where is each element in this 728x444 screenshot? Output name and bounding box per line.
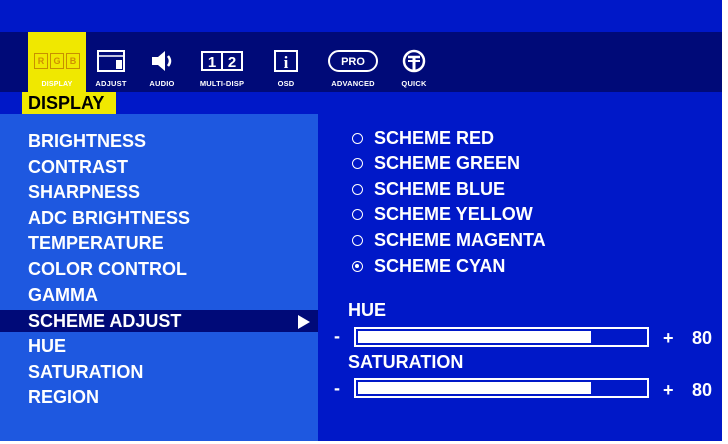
section-title: DISPLAY <box>22 92 116 114</box>
quick-icon <box>394 46 434 76</box>
radio-icon <box>352 183 363 195</box>
osd-menu: RGB DISPLAY ADJUST AUDIO 12 MULTI-DISP i <box>0 0 722 441</box>
svg-text:i: i <box>284 53 289 72</box>
menu-item-region[interactable]: REGION <box>0 386 318 408</box>
scheme-option-yellow[interactable]: SCHEME YELLOW <box>352 202 533 226</box>
menu-item-sharpness[interactable]: SHARPNESS <box>0 181 318 203</box>
tab-adjust[interactable]: ADJUST <box>88 32 134 92</box>
monitor-adjust-icon <box>88 46 134 76</box>
radio-icon <box>352 208 363 220</box>
tab-audio-label: AUDIO <box>149 79 175 88</box>
scheme-option-red[interactable]: SCHEME RED <box>352 126 494 150</box>
tab-audio[interactable]: AUDIO <box>142 32 182 92</box>
menu-list: BRIGHTNESS CONTRAST SHARPNESS ADC BRIGHT… <box>0 114 318 441</box>
hue-slider-fill <box>358 331 591 343</box>
menu-item-brightness[interactable]: BRIGHTNESS <box>0 130 318 152</box>
scheme-label: SCHEME RED <box>374 128 495 148</box>
scheme-option-magenta[interactable]: SCHEME MAGENTA <box>352 228 546 252</box>
top-strip <box>0 0 722 32</box>
icon-tab-bar: RGB DISPLAY ADJUST AUDIO 12 MULTI-DISP i <box>0 32 722 92</box>
scheme-option-blue[interactable]: SCHEME BLUE <box>352 177 505 201</box>
menu-item-adc-brightness[interactable]: ADC BRIGHTNESS <box>0 207 318 229</box>
tab-adjust-label: ADJUST <box>95 79 127 88</box>
saturation-minus[interactable]: - <box>334 378 340 399</box>
scheme-label: SCHEME CYAN <box>374 256 506 276</box>
menu-item-gamma[interactable]: GAMMA <box>0 284 318 306</box>
saturation-label: SATURATION <box>348 352 464 372</box>
menu-item-hue[interactable]: HUE <box>0 335 318 357</box>
svg-text:2: 2 <box>228 54 236 71</box>
radio-icon <box>352 234 363 246</box>
multi-display-icon: 12 <box>190 46 254 76</box>
tab-display[interactable]: RGB DISPLAY <box>28 32 86 92</box>
svg-text:PRO: PRO <box>341 56 365 68</box>
radio-selected-icon <box>352 260 363 272</box>
tab-multi-disp[interactable]: 12 MULTI-DISP <box>190 32 254 92</box>
hue-label: HUE <box>348 300 387 320</box>
tab-osd[interactable]: i OSD <box>266 32 306 92</box>
radio-icon <box>352 132 363 144</box>
scheme-panel: SCHEME RED SCHEME GREEN SCHEME BLUE SCHE… <box>318 114 722 441</box>
menu-item-label: SCHEME ADJUST <box>28 311 182 331</box>
radio-icon <box>352 157 363 169</box>
saturation-value: 80 <box>692 380 713 400</box>
menu-item-temperature[interactable]: TEMPERATURE <box>0 232 318 254</box>
scheme-label: SCHEME MAGENTA <box>374 230 546 250</box>
menu-item-scheme-adjust[interactable]: SCHEME ADJUST <box>0 310 318 332</box>
rgb-display-icon: RGB <box>28 46 86 76</box>
scheme-option-green[interactable]: SCHEME GREEN <box>352 151 520 175</box>
tab-advanced-label: ADVANCED <box>331 79 375 88</box>
tab-multi-disp-label: MULTI-DISP <box>199 79 245 88</box>
tab-quick-label: QUICK <box>401 79 427 88</box>
tab-osd-label: OSD <box>277 79 295 88</box>
hue-value: 80 <box>692 328 713 348</box>
saturation-slider[interactable] <box>354 378 649 398</box>
speaker-icon <box>142 46 182 76</box>
tab-advanced[interactable]: PRO ADVANCED <box>322 32 384 92</box>
tab-quick[interactable]: QUICK <box>394 32 434 92</box>
hue-minus[interactable]: - <box>334 326 340 347</box>
scheme-label: SCHEME GREEN <box>374 153 521 173</box>
scheme-label: SCHEME BLUE <box>374 179 506 199</box>
pro-icon: PRO <box>322 46 384 76</box>
info-icon: i <box>266 46 306 76</box>
hue-slider[interactable] <box>354 327 649 347</box>
menu-item-contrast[interactable]: CONTRAST <box>0 156 318 178</box>
scheme-label: SCHEME YELLOW <box>374 204 533 224</box>
scheme-option-cyan[interactable]: SCHEME CYAN <box>352 254 505 278</box>
menu-item-saturation[interactable]: SATURATION <box>0 361 318 383</box>
tab-display-label: DISPLAY <box>41 81 73 88</box>
saturation-slider-fill <box>358 382 591 394</box>
menu-item-color-control[interactable]: COLOR CONTROL <box>0 258 318 280</box>
saturation-plus[interactable]: + <box>663 380 674 401</box>
hue-plus[interactable]: + <box>663 328 674 349</box>
arrow-right-icon <box>298 315 310 329</box>
svg-text:1: 1 <box>208 54 216 71</box>
